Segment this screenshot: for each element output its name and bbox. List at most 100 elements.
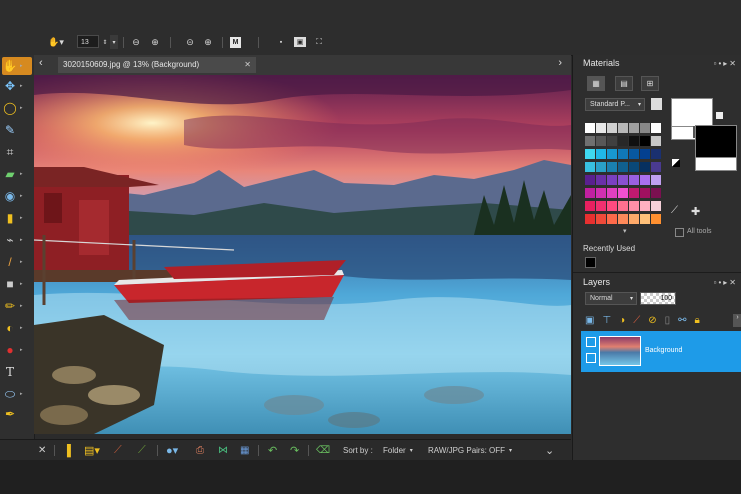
tab-scroll-right-icon[interactable]: ›: [558, 57, 562, 69]
link-icon[interactable]: ⚯: [678, 315, 686, 326]
fill-tool[interactable]: ◐ ▸: [2, 319, 32, 337]
color-swatch[interactable]: [651, 136, 661, 146]
color-swatch[interactable]: [607, 149, 617, 159]
color-swatch[interactable]: [585, 214, 595, 224]
organizer-tags-icon[interactable]: ▐: [63, 440, 71, 461]
close-organizer-icon[interactable]: ✕: [38, 440, 46, 461]
clone-tool[interactable]: ⌁ ▸: [2, 231, 32, 249]
brush-green-icon[interactable]: ⟋: [138, 440, 146, 461]
color-swatch-grid[interactable]: [585, 123, 661, 227]
batch-icon[interactable]: ▦: [240, 440, 249, 461]
rotate-left-icon[interactable]: ↶: [268, 440, 277, 461]
dropper-tool[interactable]: ✎: [2, 121, 32, 139]
fit-icon[interactable]: ▪: [276, 35, 286, 49]
organizer-view-icon[interactable]: ▤▾: [84, 440, 100, 461]
lasso-tool[interactable]: ◯ ▸: [2, 99, 32, 117]
color-swatch[interactable]: [651, 149, 661, 159]
zoom-spinner-icon[interactable]: ⇕: [101, 35, 109, 49]
blend-mode-dropdown[interactable]: Normal ▾: [585, 292, 637, 305]
color-swatch[interactable]: [618, 162, 628, 172]
color-swatch[interactable]: [629, 136, 639, 146]
gradient-tool[interactable]: ■ ▸: [2, 275, 32, 293]
layer-row-background[interactable]: Background: [581, 331, 741, 372]
zoom-level-field[interactable]: 13: [77, 35, 99, 48]
color-swatch[interactable]: [585, 123, 595, 133]
color-swatch[interactable]: [618, 149, 628, 159]
color-swatch[interactable]: [585, 136, 595, 146]
new-mask-icon[interactable]: ◑: [619, 315, 625, 326]
color-swatch[interactable]: [618, 188, 628, 198]
shape-tool[interactable]: ⬭ ▸: [2, 385, 32, 403]
reset-colors-icon[interactable]: [672, 159, 680, 167]
tab-scroll-left-icon[interactable]: ‹: [39, 57, 43, 69]
foreground-color-swatch[interactable]: [671, 98, 713, 128]
color-swatch[interactable]: [640, 162, 650, 172]
lock-icon[interactable]: 🔒︎: [695, 315, 700, 326]
color-swatch[interactable]: [607, 162, 617, 172]
layer-visibility-icon[interactable]: [586, 337, 596, 347]
color-swatch[interactable]: [629, 214, 639, 224]
color-swatch[interactable]: [596, 123, 606, 133]
pan-tool[interactable]: ✋ ▸: [2, 57, 32, 75]
recent-color-swatch[interactable]: [585, 257, 596, 268]
add-icon[interactable]: ✚: [691, 205, 700, 218]
close-tab-icon[interactable]: ✕: [244, 57, 251, 73]
color-swatch[interactable]: [640, 149, 650, 159]
color-swatch[interactable]: [585, 188, 595, 198]
paint-brush-tool[interactable]: / ▸: [2, 253, 32, 271]
color-swatch[interactable]: [640, 214, 650, 224]
swap-colors-icon[interactable]: [716, 112, 723, 119]
zoom-in-more-icon[interactable]: ⊕: [202, 35, 214, 49]
color-swatch[interactable]: [596, 149, 606, 159]
color-swatch[interactable]: [618, 175, 628, 185]
trash-icon[interactable]: ⌫: [316, 440, 330, 461]
color-swatch[interactable]: [640, 136, 650, 146]
color-swatch[interactable]: [607, 188, 617, 198]
expand-organizer-icon[interactable]: ⌄: [545, 440, 554, 461]
rainbow-view-icon[interactable]: ▤: [615, 76, 633, 91]
color-swatch[interactable]: [640, 188, 650, 198]
materials-panel-buttons[interactable]: ▫•▸✕: [714, 59, 738, 68]
color-swatch[interactable]: [651, 123, 661, 133]
fx-icon[interactable]: ⊘: [648, 315, 656, 326]
color-swatch[interactable]: [629, 201, 639, 211]
color-swatch[interactable]: [618, 136, 628, 146]
color-swatch[interactable]: [585, 175, 595, 185]
actual-size-icon[interactable]: ▣: [294, 37, 306, 47]
color-swatch[interactable]: [651, 214, 661, 224]
color-swatch[interactable]: [607, 175, 617, 185]
layer-effects-icon[interactable]: ⟋: [633, 315, 640, 326]
zoom-in-icon[interactable]: ⊕: [149, 35, 161, 49]
background-texture-swatch[interactable]: [695, 157, 737, 171]
color-swatch[interactable]: [629, 149, 639, 159]
color-swatch[interactable]: [651, 162, 661, 172]
crop-tool[interactable]: ⌗: [2, 143, 32, 161]
color-swatch[interactable]: [596, 162, 606, 172]
move-tool[interactable]: ✥ ▸: [2, 77, 32, 95]
swatch-scroll-icon[interactable]: ▾: [623, 227, 627, 235]
delete-layer-icon[interactable]: ▯: [665, 315, 671, 326]
opacity-field[interactable]: 100: [640, 292, 676, 305]
user-icon[interactable]: ●▾: [166, 440, 178, 461]
layer-lock-icon[interactable]: [586, 353, 596, 363]
layers-panel-buttons[interactable]: ▫•▸✕: [714, 278, 738, 287]
share-icon[interactable]: ⋈: [218, 440, 228, 461]
color-swatch[interactable]: [618, 214, 628, 224]
color-swatch[interactable]: [585, 162, 595, 172]
text-tool[interactable]: T: [2, 363, 32, 381]
color-swatch[interactable]: [596, 136, 606, 146]
color-swatch[interactable]: [629, 188, 639, 198]
document-tab[interactable]: 3020150609.jpg @ 13% (Background) ✕: [58, 57, 256, 73]
color-swatch[interactable]: [618, 123, 628, 133]
makeover-tool[interactable]: ▮ ▸: [2, 209, 32, 227]
color-swatch[interactable]: [607, 123, 617, 133]
zoom-out-more-icon[interactable]: ⊝: [184, 35, 196, 49]
pencil-tool[interactable]: ✏ ▸: [2, 297, 32, 315]
color-swatch[interactable]: [640, 123, 650, 133]
image-canvas[interactable]: [34, 75, 571, 434]
color-swatch[interactable]: [651, 188, 661, 198]
color-swatch[interactable]: [629, 162, 639, 172]
rotate-right-icon[interactable]: ↷: [290, 440, 299, 461]
print-icon[interactable]: ⎙: [196, 440, 204, 461]
sort-by-dropdown[interactable]: Folder ▾: [383, 440, 413, 461]
